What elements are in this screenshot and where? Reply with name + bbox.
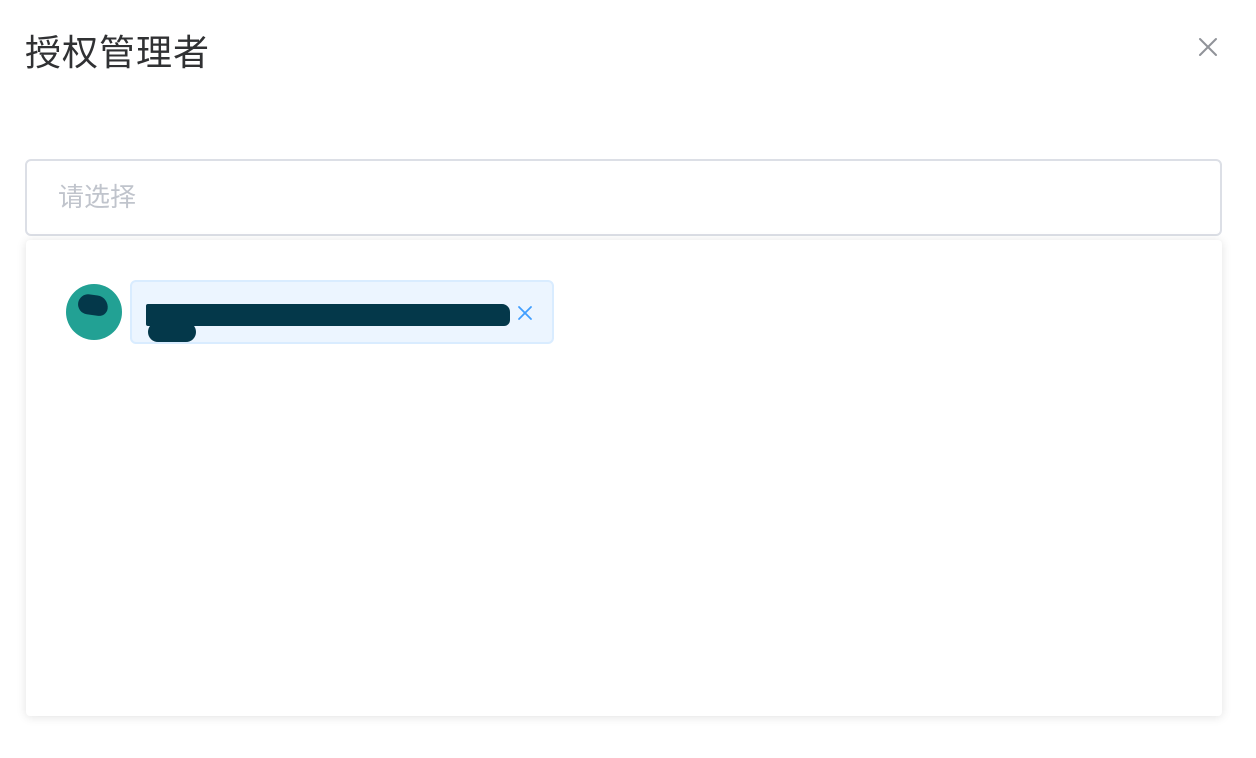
close-icon — [1199, 38, 1217, 56]
close-icon — [518, 306, 532, 320]
dialog-close-button[interactable] — [1192, 31, 1224, 63]
dialog-title: 授权管理者 — [25, 33, 211, 74]
selected-managers-panel — [26, 240, 1222, 716]
manager-select-input[interactable] — [27, 161, 1220, 234]
selected-manager-tag[interactable] — [130, 280, 554, 344]
redaction-mark — [76, 293, 110, 317]
redaction-mark — [146, 304, 510, 326]
selected-manager-item — [66, 280, 554, 344]
redaction-mark — [148, 322, 196, 342]
avatar — [66, 284, 122, 340]
authorize-manager-dialog: 授权管理者 — [0, 0, 1256, 758]
remove-tag-button[interactable] — [516, 304, 534, 322]
manager-select[interactable] — [25, 159, 1222, 236]
